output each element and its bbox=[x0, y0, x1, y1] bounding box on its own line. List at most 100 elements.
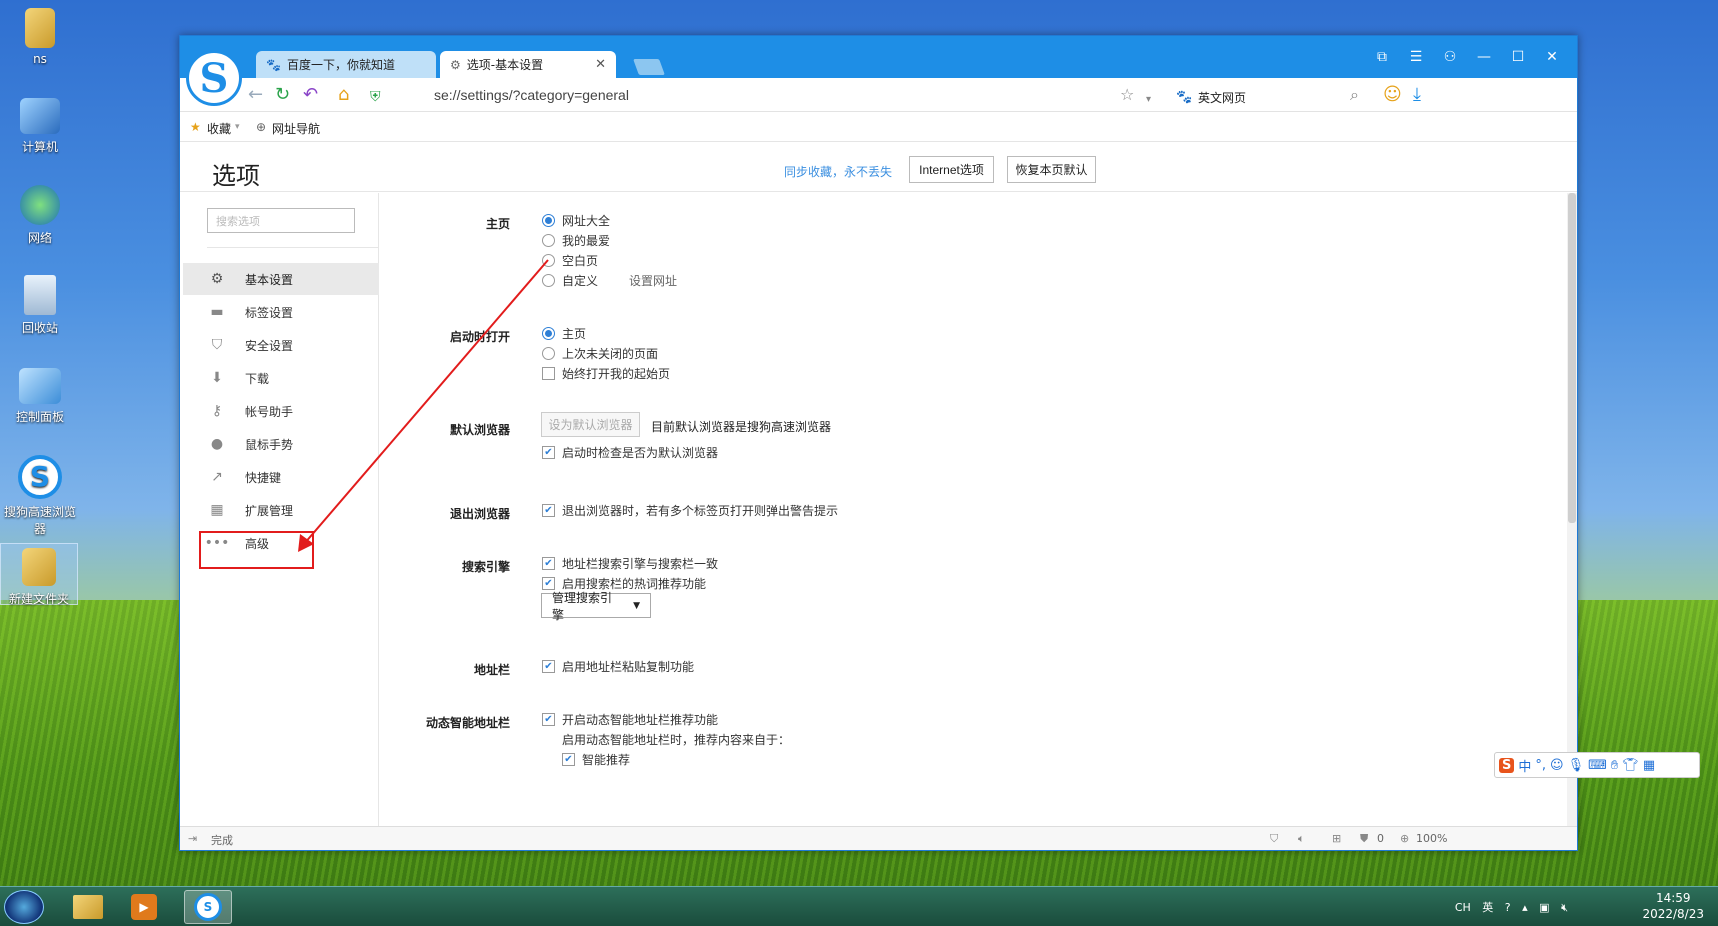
sidebar-item-download[interactable]: ⬇ 下载 bbox=[183, 362, 379, 394]
gift-box-icon[interactable]: ⊞ bbox=[1332, 832, 1341, 845]
sidebar-item-account[interactable]: ⚷ 帐号助手 bbox=[183, 395, 379, 427]
back-arrow-icon[interactable]: ← bbox=[248, 85, 263, 105]
sidebar-item-tabs[interactable]: ▬ 标签设置 bbox=[183, 296, 379, 328]
manage-search-engine-dropdown[interactable]: 管理搜索引擎 ▼ bbox=[541, 591, 651, 622]
set-url-link[interactable]: 设置网址 bbox=[629, 272, 677, 289]
close-tab-icon[interactable]: ✕ bbox=[595, 57, 606, 72]
system-clock[interactable]: 14:59 2022/8/23 bbox=[1642, 890, 1704, 922]
taskbar-sogou-browser[interactable]: S bbox=[184, 890, 232, 924]
radio[interactable] bbox=[542, 234, 555, 247]
skin-icon[interactable]: ✋︎ bbox=[1611, 758, 1618, 773]
checkbox-checked[interactable]: ✔ bbox=[542, 446, 555, 459]
paste-copy-checkbox[interactable]: ✔ 启用地址栏粘贴复制功能 bbox=[542, 658, 694, 675]
restore-default-button[interactable]: 恢复本页默认 bbox=[1007, 156, 1096, 183]
menu-icon[interactable]: ☰ bbox=[1399, 46, 1433, 68]
security-shield-icon[interactable]: ⛉ bbox=[1270, 832, 1278, 846]
star-favorite-icon[interactable]: ☆ bbox=[1120, 85, 1134, 105]
refresh-icon[interactable]: ↻ bbox=[275, 85, 290, 105]
desktop-icon-new-folder[interactable]: 新建文件夹 bbox=[0, 543, 78, 606]
sidebar-item-shortcuts[interactable]: ↗ 快捷键 bbox=[183, 461, 379, 493]
radio-selected[interactable] bbox=[542, 214, 555, 227]
ime-mode[interactable]: 英 bbox=[1482, 901, 1493, 914]
microphone-icon[interactable]: 🎙︎ bbox=[1568, 758, 1585, 773]
sidebar-item-basic[interactable]: ⚙ 基本设置 bbox=[183, 263, 379, 295]
address-bar[interactable]: se://settings/?category=general bbox=[434, 87, 629, 103]
zoom-icon[interactable]: ⊕ bbox=[1400, 832, 1409, 845]
volume-mute-icon[interactable]: 🔇︎ bbox=[1561, 901, 1568, 914]
homepage-option-1[interactable]: 网址大全 bbox=[542, 212, 610, 229]
radio[interactable] bbox=[542, 254, 555, 267]
sidebar-item-extensions[interactable]: ▦ 扩展管理 bbox=[183, 494, 379, 526]
emoji-icon[interactable]: ☺ bbox=[1550, 758, 1564, 773]
maximize-button[interactable]: ☐ bbox=[1501, 46, 1535, 68]
homepage-option-4[interactable]: 自定义 设置网址 bbox=[542, 272, 677, 289]
help-icon[interactable]: ? bbox=[1505, 901, 1511, 914]
punctuation-icon[interactable]: °, bbox=[1535, 758, 1546, 773]
chevron-down-icon[interactable]: ▾ bbox=[1146, 90, 1151, 110]
radio-selected[interactable] bbox=[542, 327, 555, 340]
desktop-icon-control-panel[interactable]: 控制面板 bbox=[0, 368, 80, 425]
scrollbar-thumb[interactable] bbox=[1568, 193, 1576, 523]
startup-option-1[interactable]: 主页 bbox=[542, 325, 586, 342]
start-button[interactable] bbox=[4, 890, 44, 924]
skin-shirt-icon[interactable]: ⚇ bbox=[1433, 46, 1467, 68]
check-default-checkbox[interactable]: ✔ 启动时检查是否为默认浏览器 bbox=[542, 444, 718, 461]
taskbar-explorer[interactable] bbox=[64, 890, 112, 924]
favorites-button[interactable]: 收藏 bbox=[207, 120, 231, 137]
checkbox-checked[interactable]: ✔ bbox=[542, 504, 555, 517]
checkbox-checked[interactable]: ✔ bbox=[542, 660, 555, 673]
shirt-icon[interactable]: 👕︎ bbox=[1622, 758, 1639, 773]
emoji-icon[interactable]: ☺ bbox=[1383, 85, 1402, 105]
search-icon[interactable]: ⌕ bbox=[1350, 85, 1359, 105]
tab-settings[interactable]: ⚙ 选项-基本设置 ✕ bbox=[440, 51, 616, 78]
smart-bar-checkbox[interactable]: ✔ 开启动态智能地址栏推荐功能 bbox=[542, 711, 718, 728]
show-hidden-icons[interactable]: ▴ bbox=[1522, 901, 1528, 914]
checkbox[interactable] bbox=[542, 367, 555, 380]
network-icon[interactable]: ▣ bbox=[1539, 901, 1549, 914]
checkbox-checked[interactable]: ✔ bbox=[542, 557, 555, 570]
exit-warning-checkbox[interactable]: ✔ 退出浏览器时，若有多个标签页打开则弹出警告提示 bbox=[542, 502, 838, 519]
undo-close-icon[interactable]: ↶ bbox=[303, 85, 318, 105]
desktop-icon-computer[interactable]: 计算机 bbox=[0, 98, 80, 155]
minimize-button[interactable]: — bbox=[1467, 46, 1501, 68]
radio[interactable] bbox=[542, 347, 555, 360]
homepage-option-3[interactable]: 空白页 bbox=[542, 252, 598, 269]
sogou-logo[interactable]: S bbox=[186, 50, 242, 106]
desktop-icon-network[interactable]: 网络 bbox=[0, 185, 80, 246]
sidebar-item-mouse-gesture[interactable]: ● 鼠标手势 bbox=[183, 428, 379, 460]
checkbox-checked[interactable]: ✔ bbox=[562, 753, 575, 766]
volume-icon[interactable]: 🔈︎ bbox=[1298, 832, 1305, 846]
new-tab-button[interactable] bbox=[633, 59, 665, 75]
internet-options-button[interactable]: Internet选项 bbox=[909, 156, 994, 183]
url-nav-button[interactable]: 网址导航 bbox=[272, 120, 320, 137]
keyboard-icon[interactable]: ⌨ bbox=[1588, 758, 1607, 773]
sogou-ime-logo[interactable]: S bbox=[1499, 757, 1515, 773]
homepage-option-2[interactable]: 我的最爱 bbox=[542, 232, 610, 249]
sidebar-toggle-icon[interactable]: ⇥ bbox=[188, 832, 197, 845]
toolbox-grid-icon[interactable]: ▦ bbox=[1643, 758, 1655, 773]
desktop-icon-recycle-bin[interactable]: 回收站 bbox=[0, 275, 80, 336]
close-window-button[interactable]: ✕ bbox=[1535, 46, 1569, 68]
language-indicator[interactable]: CH bbox=[1455, 901, 1471, 914]
always-start-checkbox[interactable]: 始终打开我的起始页 bbox=[542, 365, 670, 382]
desktop-icon-ns[interactable]: ns bbox=[0, 8, 80, 70]
sidebar-item-security[interactable]: ⛉ 安全设置 bbox=[183, 329, 379, 361]
search-options-input[interactable]: 搜索选项 bbox=[207, 208, 355, 233]
download-icon[interactable]: ⤓ bbox=[1413, 85, 1421, 105]
radio[interactable] bbox=[542, 274, 555, 287]
scrollbar[interactable] bbox=[1567, 193, 1577, 826]
desktop-icon-sogou-browser[interactable]: S 搜狗高速浏览器 bbox=[0, 455, 80, 537]
startup-option-2[interactable]: 上次未关闭的页面 bbox=[542, 345, 658, 362]
ad-block-icon[interactable]: ⛊ bbox=[1360, 832, 1368, 846]
tab-baidu[interactable]: 🐾 百度一下，你就知道 ✕ bbox=[256, 51, 436, 78]
tab-count-icon[interactable]: ⧉ bbox=[1365, 46, 1399, 68]
home-icon[interactable]: ⌂ bbox=[338, 85, 349, 105]
taskbar-media-player[interactable]: ▶ bbox=[120, 890, 168, 924]
search-engine-label[interactable]: 英文网页 bbox=[1198, 89, 1246, 106]
search-engine-icon[interactable]: 🐾 bbox=[1176, 88, 1192, 108]
sync-link[interactable]: 同步收藏，永不丢失 bbox=[784, 163, 892, 180]
set-default-browser-button[interactable]: 设为默认浏览器 bbox=[541, 412, 640, 437]
smart-recommend-checkbox[interactable]: ✔ 智能推荐 bbox=[562, 751, 630, 768]
zoom-level[interactable]: 100% bbox=[1416, 832, 1447, 845]
checkbox-checked[interactable]: ✔ bbox=[542, 713, 555, 726]
